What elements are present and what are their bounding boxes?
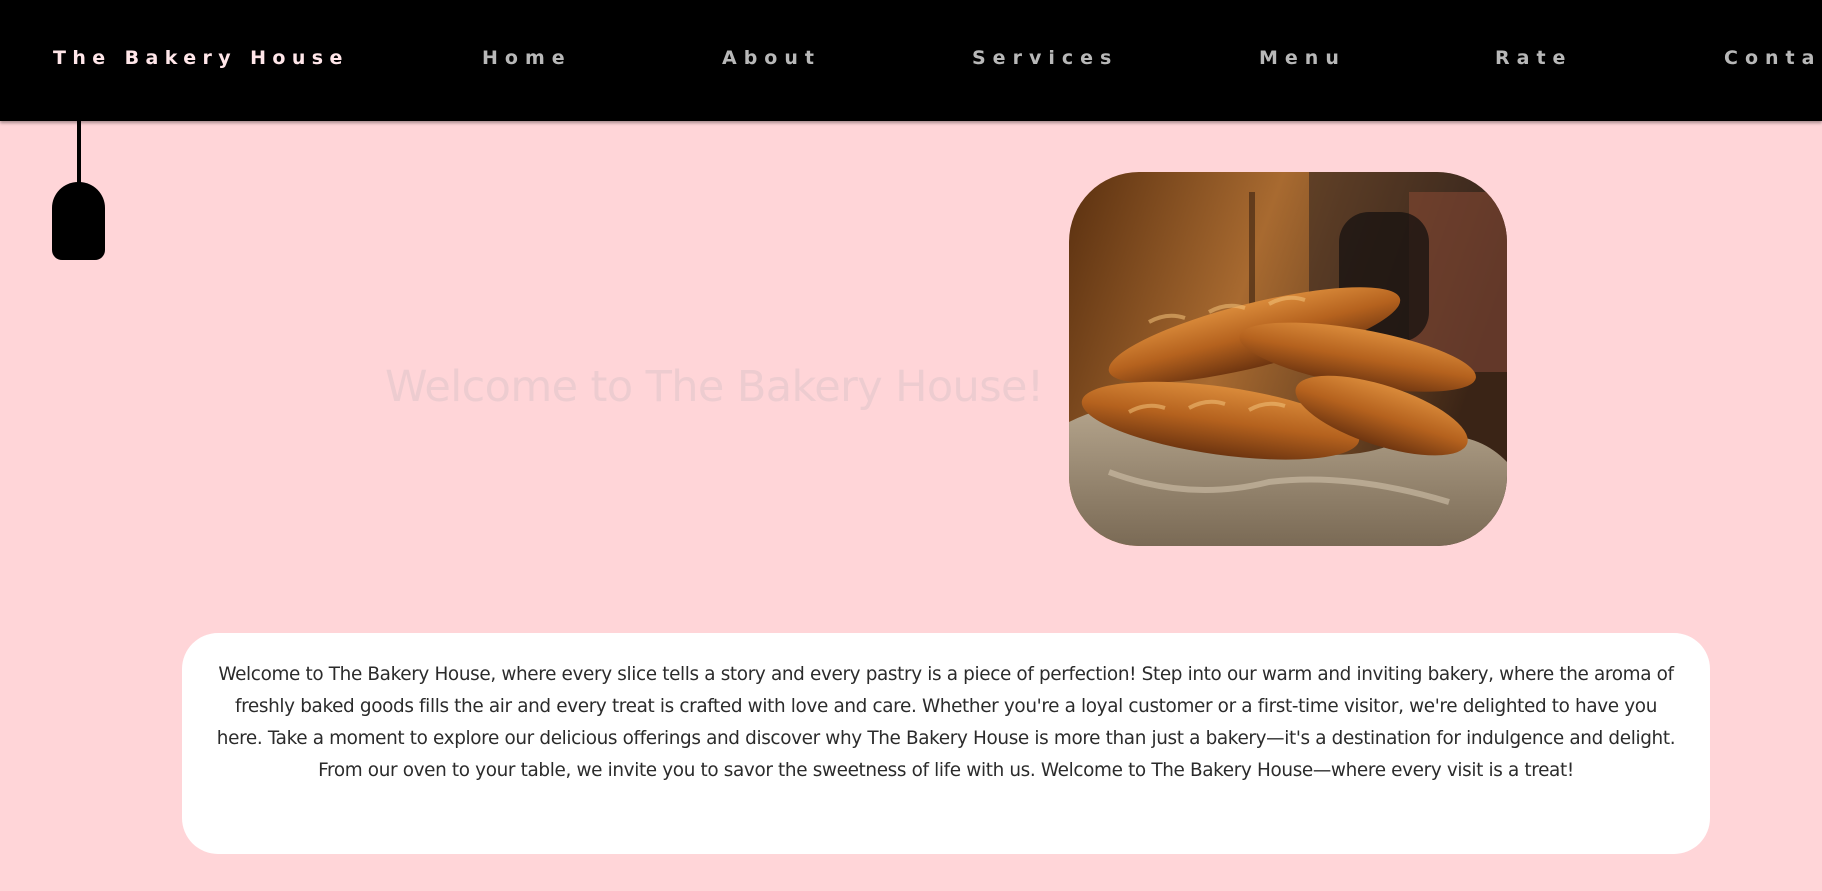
welcome-text: Welcome to The Bakery House, where every… bbox=[216, 664, 1676, 781]
brand-logo-text[interactable]: The Bakery House bbox=[53, 47, 349, 69]
nav-link-home[interactable]: Home bbox=[482, 47, 572, 69]
nav-link-menu[interactable]: Menu bbox=[1259, 47, 1346, 69]
nav-link-about[interactable]: About bbox=[722, 47, 821, 69]
lamp-cord bbox=[77, 121, 81, 183]
nav-link-rate[interactable]: Rate bbox=[1495, 47, 1572, 69]
hero-image-baguettes bbox=[1069, 172, 1507, 546]
welcome-card: Welcome to The Bakery House, where every… bbox=[182, 633, 1710, 854]
nav-link-contact[interactable]: Contact bbox=[1724, 47, 1822, 69]
navbar: The Bakery House Home About Services Men… bbox=[0, 0, 1822, 121]
hero-title: Welcome to The Bakery House! bbox=[385, 361, 1044, 412]
nav-link-services[interactable]: Services bbox=[972, 47, 1118, 69]
lamp-toggle[interactable] bbox=[52, 182, 105, 260]
